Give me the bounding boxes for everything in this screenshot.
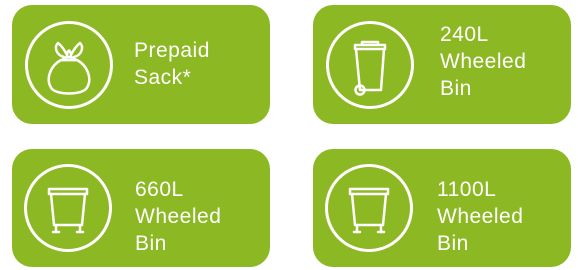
option-label: Prepaid Sack* <box>134 37 210 91</box>
option-card-660l-wheeled-bin[interactable]: 660L Wheeled Bin <box>12 149 270 267</box>
wheelie-bin-icon <box>326 20 414 109</box>
option-label-line: Wheeled <box>135 205 222 228</box>
large-bin-icon <box>24 164 112 252</box>
large-bin-icon <box>325 164 413 252</box>
sack-icon <box>25 20 113 109</box>
option-label-line: Bin <box>440 77 472 100</box>
option-card-1100l-wheeled-bin[interactable]: 1100L Wheeled Bin <box>313 149 571 267</box>
option-label-line: 1100L <box>437 178 497 201</box>
option-label-line: 660L <box>135 178 184 201</box>
option-label-line: Bin <box>135 232 167 255</box>
option-label-line: Bin <box>437 232 469 255</box>
option-label-line: 240L <box>440 23 489 46</box>
option-label-line: Wheeled <box>440 50 527 73</box>
option-label-line: Prepaid <box>134 39 210 62</box>
option-card-240l-wheeled-bin[interactable]: 240L Wheeled Bin <box>313 5 571 124</box>
option-label: 1100L Wheeled Bin <box>437 176 523 257</box>
option-label: 240L Wheeled Bin <box>440 21 526 102</box>
option-label: 660L Wheeled Bin <box>135 176 221 257</box>
option-label-line: Sack* <box>134 66 192 89</box>
option-label-line: Wheeled <box>437 205 524 228</box>
option-card-prepaid-sack[interactable]: Prepaid Sack* <box>12 5 270 124</box>
